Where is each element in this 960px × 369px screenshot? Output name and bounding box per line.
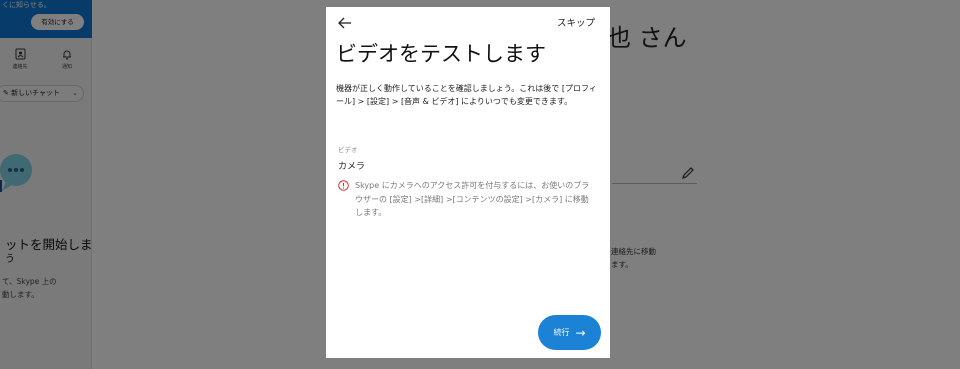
skip-button[interactable]: スキップ [557,15,595,29]
back-arrow-icon[interactable] [337,15,353,31]
continue-button[interactable]: 続行 → [538,315,601,350]
dialog-title: ビデオをテストします [336,42,546,66]
warning-icon [338,180,349,191]
arrow-right-icon: → [575,325,586,340]
dialog-description: 機器が正しく動作していることを確認しましょう。これは後で [プロフィール] > … [336,84,597,106]
camera-label: カメラ [338,162,366,172]
video-section-label: ビデオ [338,146,358,154]
camera-permission-warning: Skype にカメラへのアクセス許可を付与するには、お使いのブラウザーの [設定… [355,181,590,217]
continue-label: 続行 [553,328,570,337]
video-test-dialog: スキップ ビデオをテストします 機器が正しく動作していることを確認しましょう。こ… [326,7,610,358]
